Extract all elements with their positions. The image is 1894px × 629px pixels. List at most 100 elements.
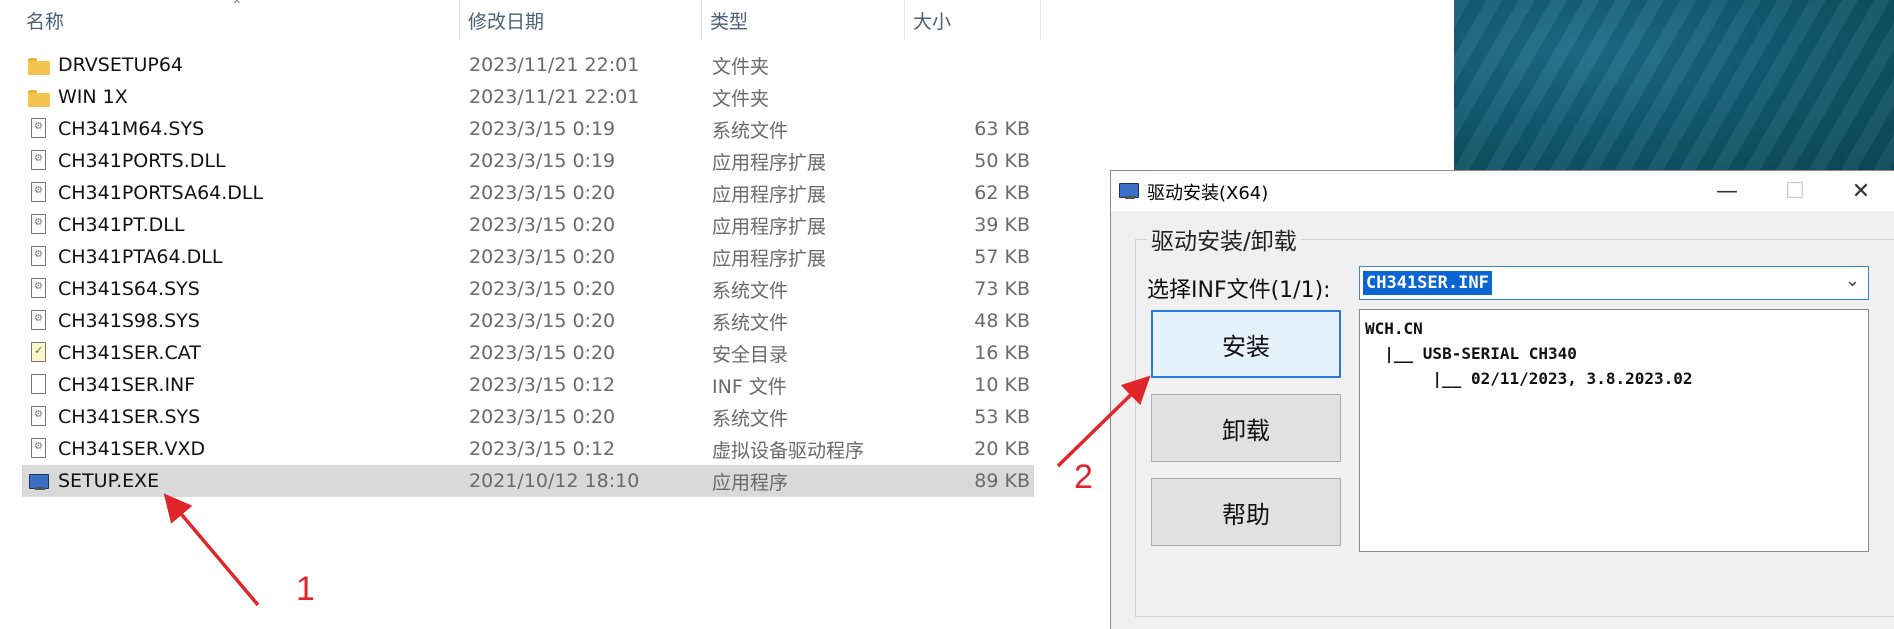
file-row[interactable]: CH341SER.CAT 2023/3/15 0:20 安全目录 16 KB xyxy=(22,337,1034,369)
file-type: 文件夹 xyxy=(712,87,770,110)
file-name: CH341SER.SYS xyxy=(58,406,201,428)
file-size: 57 KB xyxy=(974,246,1030,268)
file-size: 63 KB xyxy=(974,118,1030,140)
file-type: 安全目录 xyxy=(712,343,789,366)
file-date: 2023/3/15 0:19 xyxy=(469,150,616,172)
group-label: 驱动安装/卸载 xyxy=(1147,222,1301,256)
file-row[interactable]: CH341S64.SYS 2023/3/15 0:20 系统文件 73 KB xyxy=(22,273,1034,305)
file-size: 50 KB xyxy=(974,150,1030,172)
vxd-file-icon xyxy=(31,438,46,458)
file-name: CH341PORTSA64.DLL xyxy=(58,182,264,204)
file-name: CH341SER.INF xyxy=(58,374,196,396)
column-header-type-label: 类型 xyxy=(710,10,749,33)
file-size: 53 KB xyxy=(974,406,1030,428)
file-date: 2023/3/15 0:20 xyxy=(469,310,616,332)
file-row[interactable]: CH341PTA64.DLL 2023/3/15 0:20 应用程序扩展 57 KB xyxy=(22,241,1034,273)
column-header-date-label: 修改日期 xyxy=(468,10,545,33)
install-button[interactable]: 安装 xyxy=(1151,310,1341,378)
file-row[interactable]: SETUP.EXE 2021/10/12 18:10 应用程序 89 KB xyxy=(22,465,1034,497)
file-date: 2021/10/12 18:10 xyxy=(469,470,640,492)
column-divider[interactable] xyxy=(1040,0,1041,40)
file-row[interactable]: CH341PT.DLL 2023/3/15 0:20 应用程序扩展 39 KB xyxy=(22,209,1034,241)
dll-file-icon xyxy=(31,214,46,234)
system-file-icon xyxy=(31,118,46,138)
file-row[interactable]: DRVSETUP64 2023/11/21 22:01 文件夹 xyxy=(22,49,1034,81)
dll-file-icon xyxy=(31,246,46,266)
file-row[interactable]: CH341M64.SYS 2023/3/15 0:19 系统文件 63 KB xyxy=(22,113,1034,145)
inf-file-label: 选择INF文件(1/1): xyxy=(1147,278,1331,303)
app-icon xyxy=(1118,180,1140,200)
file-size: 10 KB xyxy=(974,374,1030,396)
file-type: 文件夹 xyxy=(712,55,770,78)
file-size: 73 KB xyxy=(974,278,1030,300)
file-date: 2023/3/15 0:12 xyxy=(469,374,616,396)
minimize-button[interactable]: — xyxy=(1693,171,1761,211)
driver-install-dialog: 驱动安装(X64) — ☐ ✕ 驱动安装/卸载 选择INF文件(1/1): CH… xyxy=(1110,170,1894,629)
file-name: CH341S64.SYS xyxy=(58,278,200,300)
close-button[interactable]: ✕ xyxy=(1827,171,1894,211)
folder-icon xyxy=(28,55,50,75)
file-row[interactable]: CH341SER.VXD 2023/3/15 0:12 虚拟设备驱动程序 20 KB xyxy=(22,433,1034,465)
desktop-wallpaper xyxy=(1454,0,1894,170)
file-name: DRVSETUP64 xyxy=(58,54,184,76)
dll-file-icon xyxy=(31,150,46,170)
column-header-size-label: 大小 xyxy=(913,10,952,33)
file-name: CH341S98.SYS xyxy=(58,310,200,332)
file-name: CH341SER.VXD xyxy=(58,438,206,460)
file-name: CH341PORTS.DLL xyxy=(58,150,226,172)
file-type: 系统文件 xyxy=(712,407,789,430)
title-bar[interactable]: 驱动安装(X64) — ☐ ✕ xyxy=(1111,171,1894,211)
annotation-step-2: 2 xyxy=(1074,458,1093,496)
file-type: 应用程序 xyxy=(712,471,789,494)
file-date: 2023/3/15 0:20 xyxy=(469,246,616,268)
security-catalog-icon xyxy=(31,342,46,362)
file-date: 2023/3/15 0:20 xyxy=(469,278,616,300)
annotation-step-1: 1 xyxy=(296,570,315,608)
file-size: 20 KB xyxy=(974,438,1030,460)
file-size: 16 KB xyxy=(974,342,1030,364)
help-button[interactable]: 帮助 xyxy=(1151,478,1341,546)
inf-file-select[interactable]: CH341SER.INF ⌄ xyxy=(1359,266,1869,300)
file-row[interactable]: WIN 1X 2023/11/21 22:01 文件夹 xyxy=(22,81,1034,113)
file-date: 2023/3/15 0:20 xyxy=(469,182,616,204)
file-name: CH341M64.SYS xyxy=(58,118,205,140)
system-file-icon xyxy=(31,310,46,330)
file-row[interactable]: CH341SER.INF 2023/3/15 0:12 INF 文件 10 KB xyxy=(22,369,1034,401)
column-header-date[interactable]: 修改日期 xyxy=(446,0,702,40)
file-date: 2023/3/15 0:20 xyxy=(469,214,616,236)
file-date: 2023/11/21 22:01 xyxy=(469,86,640,108)
file-size: 39 KB xyxy=(974,214,1030,236)
file-type: 应用程序扩展 xyxy=(712,151,827,174)
file-type: 系统文件 xyxy=(712,279,789,302)
column-header-type[interactable]: 类型 xyxy=(688,0,906,40)
file-size: 62 KB xyxy=(974,182,1030,204)
file-name: CH341PT.DLL xyxy=(58,214,185,236)
inf-file-icon xyxy=(31,374,46,394)
uninstall-button[interactable]: 卸载 xyxy=(1151,394,1341,462)
column-header-size[interactable]: 大小 xyxy=(891,0,1041,40)
file-type: INF 文件 xyxy=(712,375,787,398)
file-size: 89 KB xyxy=(974,470,1030,492)
file-name: SETUP.EXE xyxy=(58,470,160,492)
dll-file-icon xyxy=(31,182,46,202)
exe-file-icon xyxy=(28,471,50,491)
column-header-name[interactable]: 名称 xyxy=(0,0,459,40)
driver-info-box: WCH.CN |__ USB-SERIAL CH340 |__ 02/11/20… xyxy=(1359,309,1869,552)
system-file-icon xyxy=(31,406,46,426)
chevron-down-icon[interactable]: ⌄ xyxy=(1845,270,1860,291)
window-title: 驱动安装(X64) xyxy=(1147,183,1269,204)
file-row[interactable]: CH341PORTS.DLL 2023/3/15 0:19 应用程序扩展 50 KB xyxy=(22,145,1034,177)
file-type: 应用程序扩展 xyxy=(712,183,827,206)
inf-file-selected-value: CH341SER.INF xyxy=(1363,271,1492,295)
close-icon: ✕ xyxy=(1851,178,1871,204)
folder-icon xyxy=(28,87,50,107)
file-date: 2023/3/15 0:20 xyxy=(469,342,616,364)
file-name: WIN 1X xyxy=(58,86,128,108)
file-row[interactable]: CH341PORTSA64.DLL 2023/3/15 0:20 应用程序扩展 62 … xyxy=(22,177,1034,209)
sort-ascending-icon: ⌃ xyxy=(231,0,243,14)
file-name: CH341PTA64.DLL xyxy=(58,246,223,268)
file-row[interactable]: CH341S98.SYS 2023/3/15 0:20 系统文件 48 KB xyxy=(22,305,1034,337)
file-row[interactable]: CH341SER.SYS 2023/3/15 0:20 系统文件 53 KB xyxy=(22,401,1034,433)
install-button-label: 安装 xyxy=(1222,332,1270,361)
help-button-label: 帮助 xyxy=(1222,500,1270,529)
